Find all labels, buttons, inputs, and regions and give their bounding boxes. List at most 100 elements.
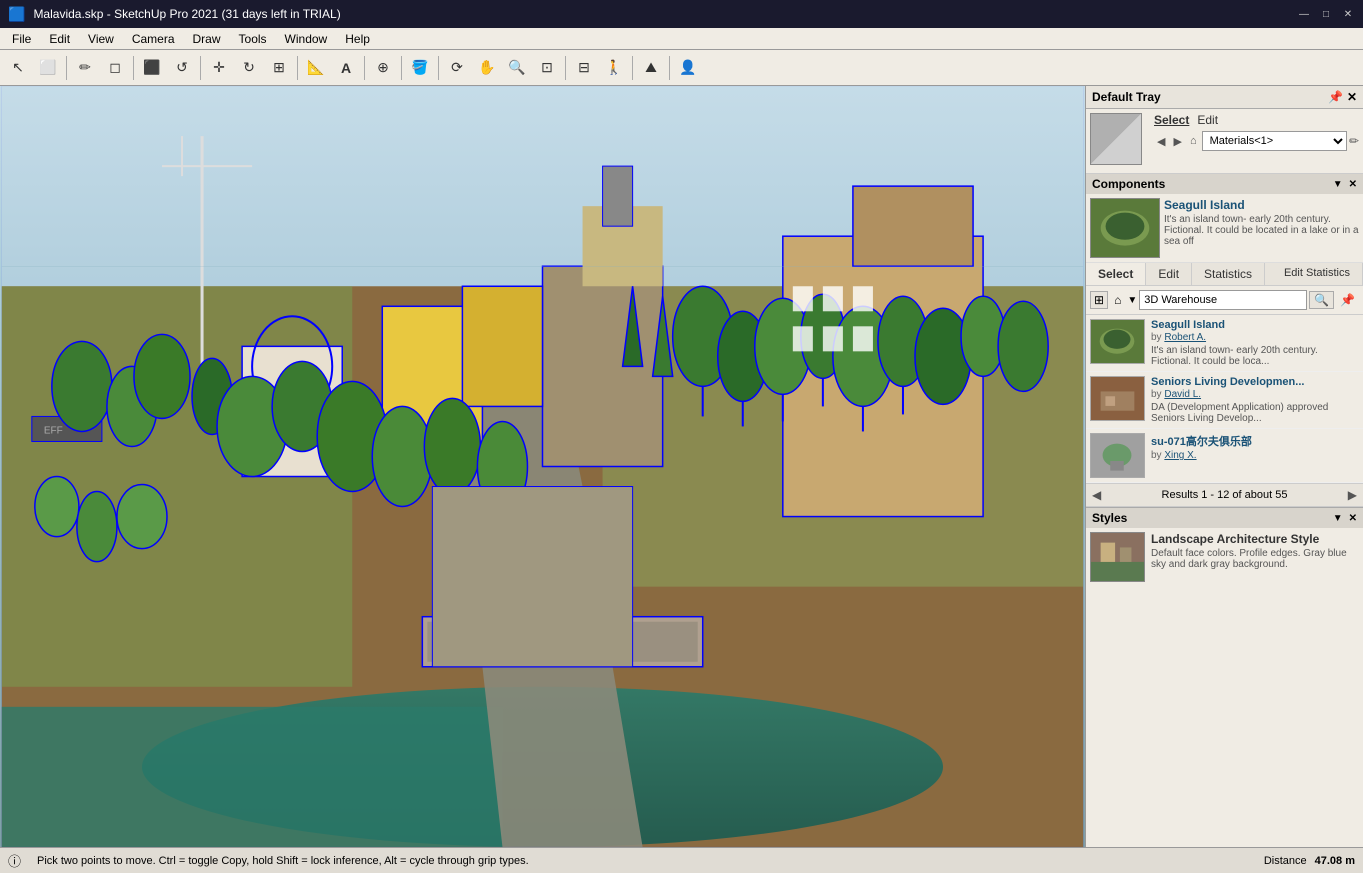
move-tool[interactable]: ✛: [205, 54, 233, 82]
component-preview-thumbnail: [1090, 198, 1160, 258]
default-tray-title: Default Tray: [1092, 90, 1161, 104]
mat-home-button[interactable]: ⌂: [1187, 134, 1200, 148]
comp-result-author-link[interactable]: David L.: [1164, 389, 1201, 400]
title-text: Malavida.skp - SketchUp Pro 2021 (31 day…: [33, 7, 340, 21]
comp-result-title[interactable]: Seagull Island: [1151, 319, 1359, 331]
menubar-item-view[interactable]: View: [80, 30, 122, 48]
menubar-item-help[interactable]: Help: [337, 30, 378, 48]
component-search-input[interactable]: [1139, 290, 1307, 310]
maximize-button[interactable]: □: [1319, 7, 1333, 21]
walk-tool[interactable]: 🚶: [600, 54, 628, 82]
mat-back-button[interactable]: ◀: [1154, 134, 1168, 149]
component-results-list: Seagull Island by Robert A. It's an isla…: [1086, 315, 1363, 483]
comp-result-title[interactable]: su-071高尔夫俱乐部: [1151, 433, 1359, 449]
menubar: FileEditViewCameraDrawToolsWindowHelp: [0, 28, 1363, 50]
style-preview-area: Landscape Architecture Style Default fac…: [1086, 528, 1363, 586]
comp-result-thumbnail: [1090, 319, 1145, 364]
components-section-header[interactable]: Components ▼ ✕: [1086, 174, 1363, 194]
toolbar: ↖ ⬜ ✏ ◻ ⬛ ↺ ✛ ↻ ⊞ 📐 A ⊕ 🪣 ⟳ ✋ 🔍 ⊡ ⊟ 🚶 ⛰ …: [0, 50, 1363, 86]
zoom-extents-tool[interactable]: ⊡: [533, 54, 561, 82]
comp-result-item[interactable]: Seagull Island by Robert A. It's an isla…: [1086, 315, 1363, 372]
comp-chevron-down-icon[interactable]: ▼: [1127, 295, 1137, 306]
pagination-text: Results 1 - 12 of about 55: [1162, 489, 1288, 501]
comp-result-author-link[interactable]: Xing X.: [1164, 450, 1196, 461]
right-panel: Default Tray 📌 ✕ Select Edit ◀ ▶ ⌂: [1085, 86, 1363, 847]
pencil-tool[interactable]: ✏: [71, 54, 99, 82]
style-thumbnail: [1090, 532, 1145, 582]
eraser-tool[interactable]: ⬜: [34, 54, 62, 82]
comp-tab-statistics[interactable]: Statistics: [1192, 263, 1265, 285]
comp-result-info: Seniors Living Developmen... by David L.…: [1151, 376, 1359, 424]
comp-result-info: su-071高尔夫俱乐部 by Xing X.: [1151, 433, 1359, 478]
svg-text:EFF: EFF: [44, 425, 63, 436]
materials-edit-tab[interactable]: Edit: [1197, 113, 1218, 127]
select-tool[interactable]: ↖: [4, 54, 32, 82]
mat-pencil-icon[interactable]: ✏: [1349, 134, 1359, 148]
comp-view-button[interactable]: ⊞: [1090, 291, 1108, 309]
menubar-item-draw[interactable]: Draw: [185, 30, 229, 48]
comp-result-author: by David L.: [1151, 389, 1359, 400]
comp-search-button[interactable]: 🔍: [1309, 291, 1334, 309]
menubar-item-camera[interactable]: Camera: [124, 30, 183, 48]
distance-label: Distance: [1264, 855, 1307, 867]
components-close-icon[interactable]: ✕: [1349, 179, 1357, 190]
materials-select-tab[interactable]: Select: [1154, 113, 1189, 127]
tray-close-icon[interactable]: ✕: [1347, 90, 1357, 104]
styles-close-icon[interactable]: ✕: [1349, 513, 1357, 524]
comp-home-button[interactable]: ⌂: [1110, 292, 1125, 308]
edit-statistics-button[interactable]: Edit Statistics: [1272, 263, 1363, 285]
menubar-item-window[interactable]: Window: [277, 30, 336, 48]
tape-tool[interactable]: 📐: [302, 54, 330, 82]
scale-tool[interactable]: ⊞: [265, 54, 293, 82]
components-collapse-icon[interactable]: ▼: [1333, 179, 1343, 190]
style-description: Default face colors. Profile edges. Gray…: [1151, 548, 1359, 570]
paint-tool[interactable]: 🪣: [406, 54, 434, 82]
pagination-forward-button[interactable]: ▶: [1348, 488, 1357, 502]
section-tool[interactable]: ⊟: [570, 54, 598, 82]
components-section: Components ▼ ✕ Seagull Island It: [1086, 174, 1363, 507]
axes-tool[interactable]: ⊕: [369, 54, 397, 82]
pagination-back-button[interactable]: ◀: [1092, 488, 1101, 502]
zoom-tool[interactable]: 🔍: [503, 54, 531, 82]
components-title: Components: [1092, 177, 1165, 191]
close-button[interactable]: ✕: [1341, 7, 1355, 21]
viewport[interactable]: EFF: [0, 86, 1085, 847]
menubar-item-file[interactable]: File: [4, 30, 39, 48]
styles-collapse-icon[interactable]: ▼: [1333, 513, 1343, 524]
minimize-button[interactable]: —: [1297, 7, 1311, 21]
shapes-tool[interactable]: ◻: [101, 54, 129, 82]
distance-value: 47.08 m: [1315, 855, 1355, 867]
terrain-tool[interactable]: ⛰: [637, 54, 665, 82]
material-preview-thumbnail: [1090, 113, 1142, 165]
comp-result-item[interactable]: su-071高尔夫俱乐部 by Xing X.: [1086, 429, 1363, 483]
comp-result-author: by Xing X.: [1151, 450, 1359, 461]
rotate-tool[interactable]: ↻: [235, 54, 263, 82]
comp-tab-select[interactable]: Select: [1086, 263, 1146, 285]
mat-forward-button[interactable]: ▶: [1170, 134, 1184, 149]
comp-tab-edit[interactable]: Edit: [1146, 263, 1192, 285]
materials-dropdown[interactable]: Materials<1> Colors Textures: [1202, 131, 1347, 151]
orbit-tool[interactable]: ⟳: [443, 54, 471, 82]
materials-section: Select Edit ◀ ▶ ⌂ Materials<1> Colors Te…: [1086, 109, 1363, 174]
push-pull-tool[interactable]: ⬛: [138, 54, 166, 82]
menubar-item-edit[interactable]: Edit: [41, 30, 78, 48]
menubar-item-tools[interactable]: Tools: [231, 30, 275, 48]
styles-title: Styles: [1092, 511, 1127, 525]
comp-result-desc: It's an island town- early 20th century.…: [1151, 345, 1359, 367]
styles-section-header[interactable]: Styles ▼ ✕: [1086, 508, 1363, 528]
comp-pin-button[interactable]: 📌: [1336, 292, 1359, 308]
comp-result-item[interactable]: Seniors Living Developmen... by David L.…: [1086, 372, 1363, 429]
tray-pin-icon[interactable]: 📌: [1328, 90, 1343, 104]
offset-tool[interactable]: ↺: [168, 54, 196, 82]
component-tabs: Select Edit Statistics Edit Statistics: [1086, 263, 1363, 286]
text-tool[interactable]: A: [332, 54, 360, 82]
status-info-icon: ⓘ: [8, 851, 21, 870]
comp-result-author-link[interactable]: Robert A.: [1164, 332, 1206, 343]
pan-tool[interactable]: ✋: [473, 54, 501, 82]
comp-result-title[interactable]: Seniors Living Developmen...: [1151, 376, 1359, 388]
component-preview-area: Seagull Island It's an island town- earl…: [1086, 194, 1363, 263]
comp-result-info: Seagull Island by Robert A. It's an isla…: [1151, 319, 1359, 367]
profile-btn[interactable]: 👤: [674, 54, 702, 82]
status-message: Pick two points to move. Ctrl = toggle C…: [37, 855, 1248, 867]
comp-result-author: by Robert A.: [1151, 332, 1359, 343]
